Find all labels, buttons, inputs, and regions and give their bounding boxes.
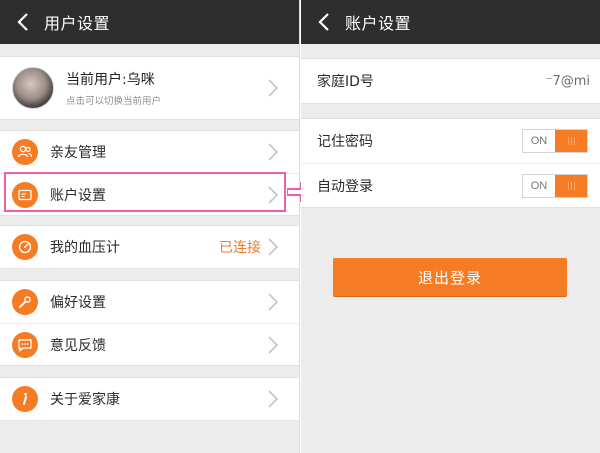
account-group: 亲友管理 账户设置 [0,130,299,216]
logout-button[interactable]: 退出登录 [333,258,567,296]
chevron-right-icon [268,143,279,161]
chevron-right-icon [268,238,279,256]
remember-password-label: 记住密码 [317,134,373,150]
chat-icon [12,331,38,358]
menu-item-friends[interactable]: 亲友管理 [0,131,299,173]
connection-status: 已连接 [219,240,261,256]
chevron-right-icon [268,335,279,354]
family-id-row: 家庭ID号 ⁻7@mi [301,59,600,103]
menu-item-blood-pressure-monitor[interactable]: 我的血压计 已连接 [0,226,299,268]
menu-item-feedback[interactable]: 意见反馈 [0,323,299,365]
card-icon [12,181,38,208]
toggle-knob [555,174,587,197]
menu-item-label: 偏好设置 [50,295,106,311]
login-options-group: 记住密码 ON 自动登录 ON [301,118,600,208]
family-id-group: 家庭ID号 ⁻7@mi [301,58,600,104]
chevron-right-icon [268,293,279,311]
remember-password-toggle[interactable]: ON [522,129,588,153]
header-bar: 用户设置 [0,0,299,44]
chevron-right-icon [268,79,279,97]
menu-item-about[interactable]: 关于爱家康 [0,378,299,420]
current-user-name: 当前用户:乌咪 [66,72,155,88]
menu-item-label: 关于爱家康 [50,392,120,408]
auto-login-toggle[interactable]: ON [522,173,588,198]
back-button[interactable] [12,11,34,33]
page-title: 用户设置 [44,14,111,33]
toggle-knob [555,130,587,152]
chevron-left-icon [318,13,329,31]
back-button[interactable] [313,11,335,33]
menu-item-preferences[interactable]: 偏好设置 [0,281,299,323]
app-group: 偏好设置 意见反馈 [0,280,299,366]
auto-login-label: 自动登录 [317,178,373,195]
current-user-card[interactable]: 当前用户:乌咪 点击可以切换当前用户 [0,56,299,120]
menu-item-label: 我的血压计 [50,240,120,256]
menu-item-label: 亲友管理 [50,145,106,161]
page-title: 账户设置 [345,14,412,33]
remember-password-row: 记住密码 ON [301,119,600,163]
menu-item-label: 账户设置 [50,187,106,204]
about-group: 关于爱家康 [0,377,299,421]
menu-item-account-settings[interactable]: 账户设置 [0,173,299,215]
account-settings-screen: 账户设置 家庭ID号 ⁻7@mi 记住密码 ON 自动登录 ON [301,0,600,453]
info-icon [12,386,38,412]
chevron-right-icon [268,185,279,204]
meter-icon [12,234,38,260]
avatar [12,67,54,109]
chevron-left-icon [17,13,28,31]
toggle-state-text: ON [530,179,548,192]
app-stage: 用户设置 当前用户:乌咪 点击可以切换当前用户 亲友管理 账户设置 我的血压计 … [0,0,600,453]
people-icon [12,139,38,165]
device-group: 我的血压计 已连接 [0,225,299,269]
chevron-right-icon [268,390,279,408]
switch-user-hint: 点击可以切换当前用户 [66,96,162,107]
wrench-icon [12,289,38,315]
family-id-label: 家庭ID号 [317,74,374,90]
user-settings-screen: 用户设置 当前用户:乌咪 点击可以切换当前用户 亲友管理 账户设置 我的血压计 … [0,0,300,453]
auto-login-row: 自动登录 ON [301,163,600,207]
family-id-value: ⁻7@mi [545,73,590,89]
toggle-state-text: ON [530,135,548,147]
menu-item-label: 意见反馈 [50,337,106,354]
header-bar: 账户设置 [301,0,600,44]
